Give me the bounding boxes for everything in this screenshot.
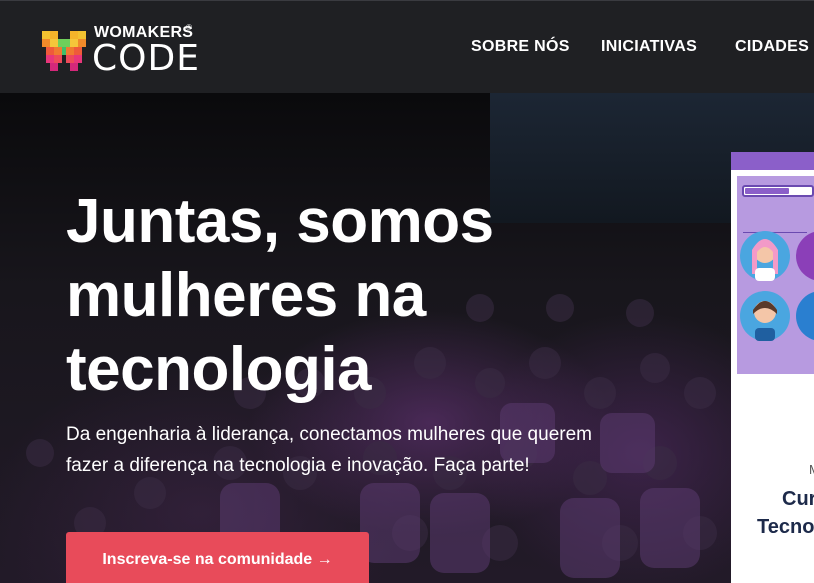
top-navigation-bar: WOMAKERS ® CODE SOBRE NÓS INICIATIVAS CI… xyxy=(0,0,814,93)
nav-item-iniciativas[interactable]: INICIATIVAS xyxy=(601,38,697,56)
featured-course-card[interactable]: M Cur Tecno xyxy=(731,152,814,583)
nav-item-cidades[interactable]: CIDADES xyxy=(735,38,809,56)
logo-wordmark-bottom: CODE xyxy=(92,38,200,79)
hero-subtitle: Da engenharia à liderança, conectamos mu… xyxy=(66,424,592,476)
hero-section: Juntas, somos mulheres na tecnologia Da … xyxy=(0,93,814,583)
card-title-line1: Cur xyxy=(782,488,814,510)
nav-item-sobre-nos[interactable]: SOBRE NÓS xyxy=(471,38,570,56)
registered-mark: ® xyxy=(186,23,192,32)
video-call-illustration xyxy=(731,152,814,414)
card-title-line2: Tecno xyxy=(757,516,814,538)
join-community-button[interactable]: Inscreva-se na comunidade → xyxy=(66,532,369,583)
butterfly-logo-icon xyxy=(42,31,86,71)
hero-title: Juntas, somos mulheres na tecnologia xyxy=(66,187,494,404)
womakers-code-logo[interactable]: WOMAKERS ® CODE xyxy=(40,23,200,79)
card-category: M xyxy=(809,462,814,477)
